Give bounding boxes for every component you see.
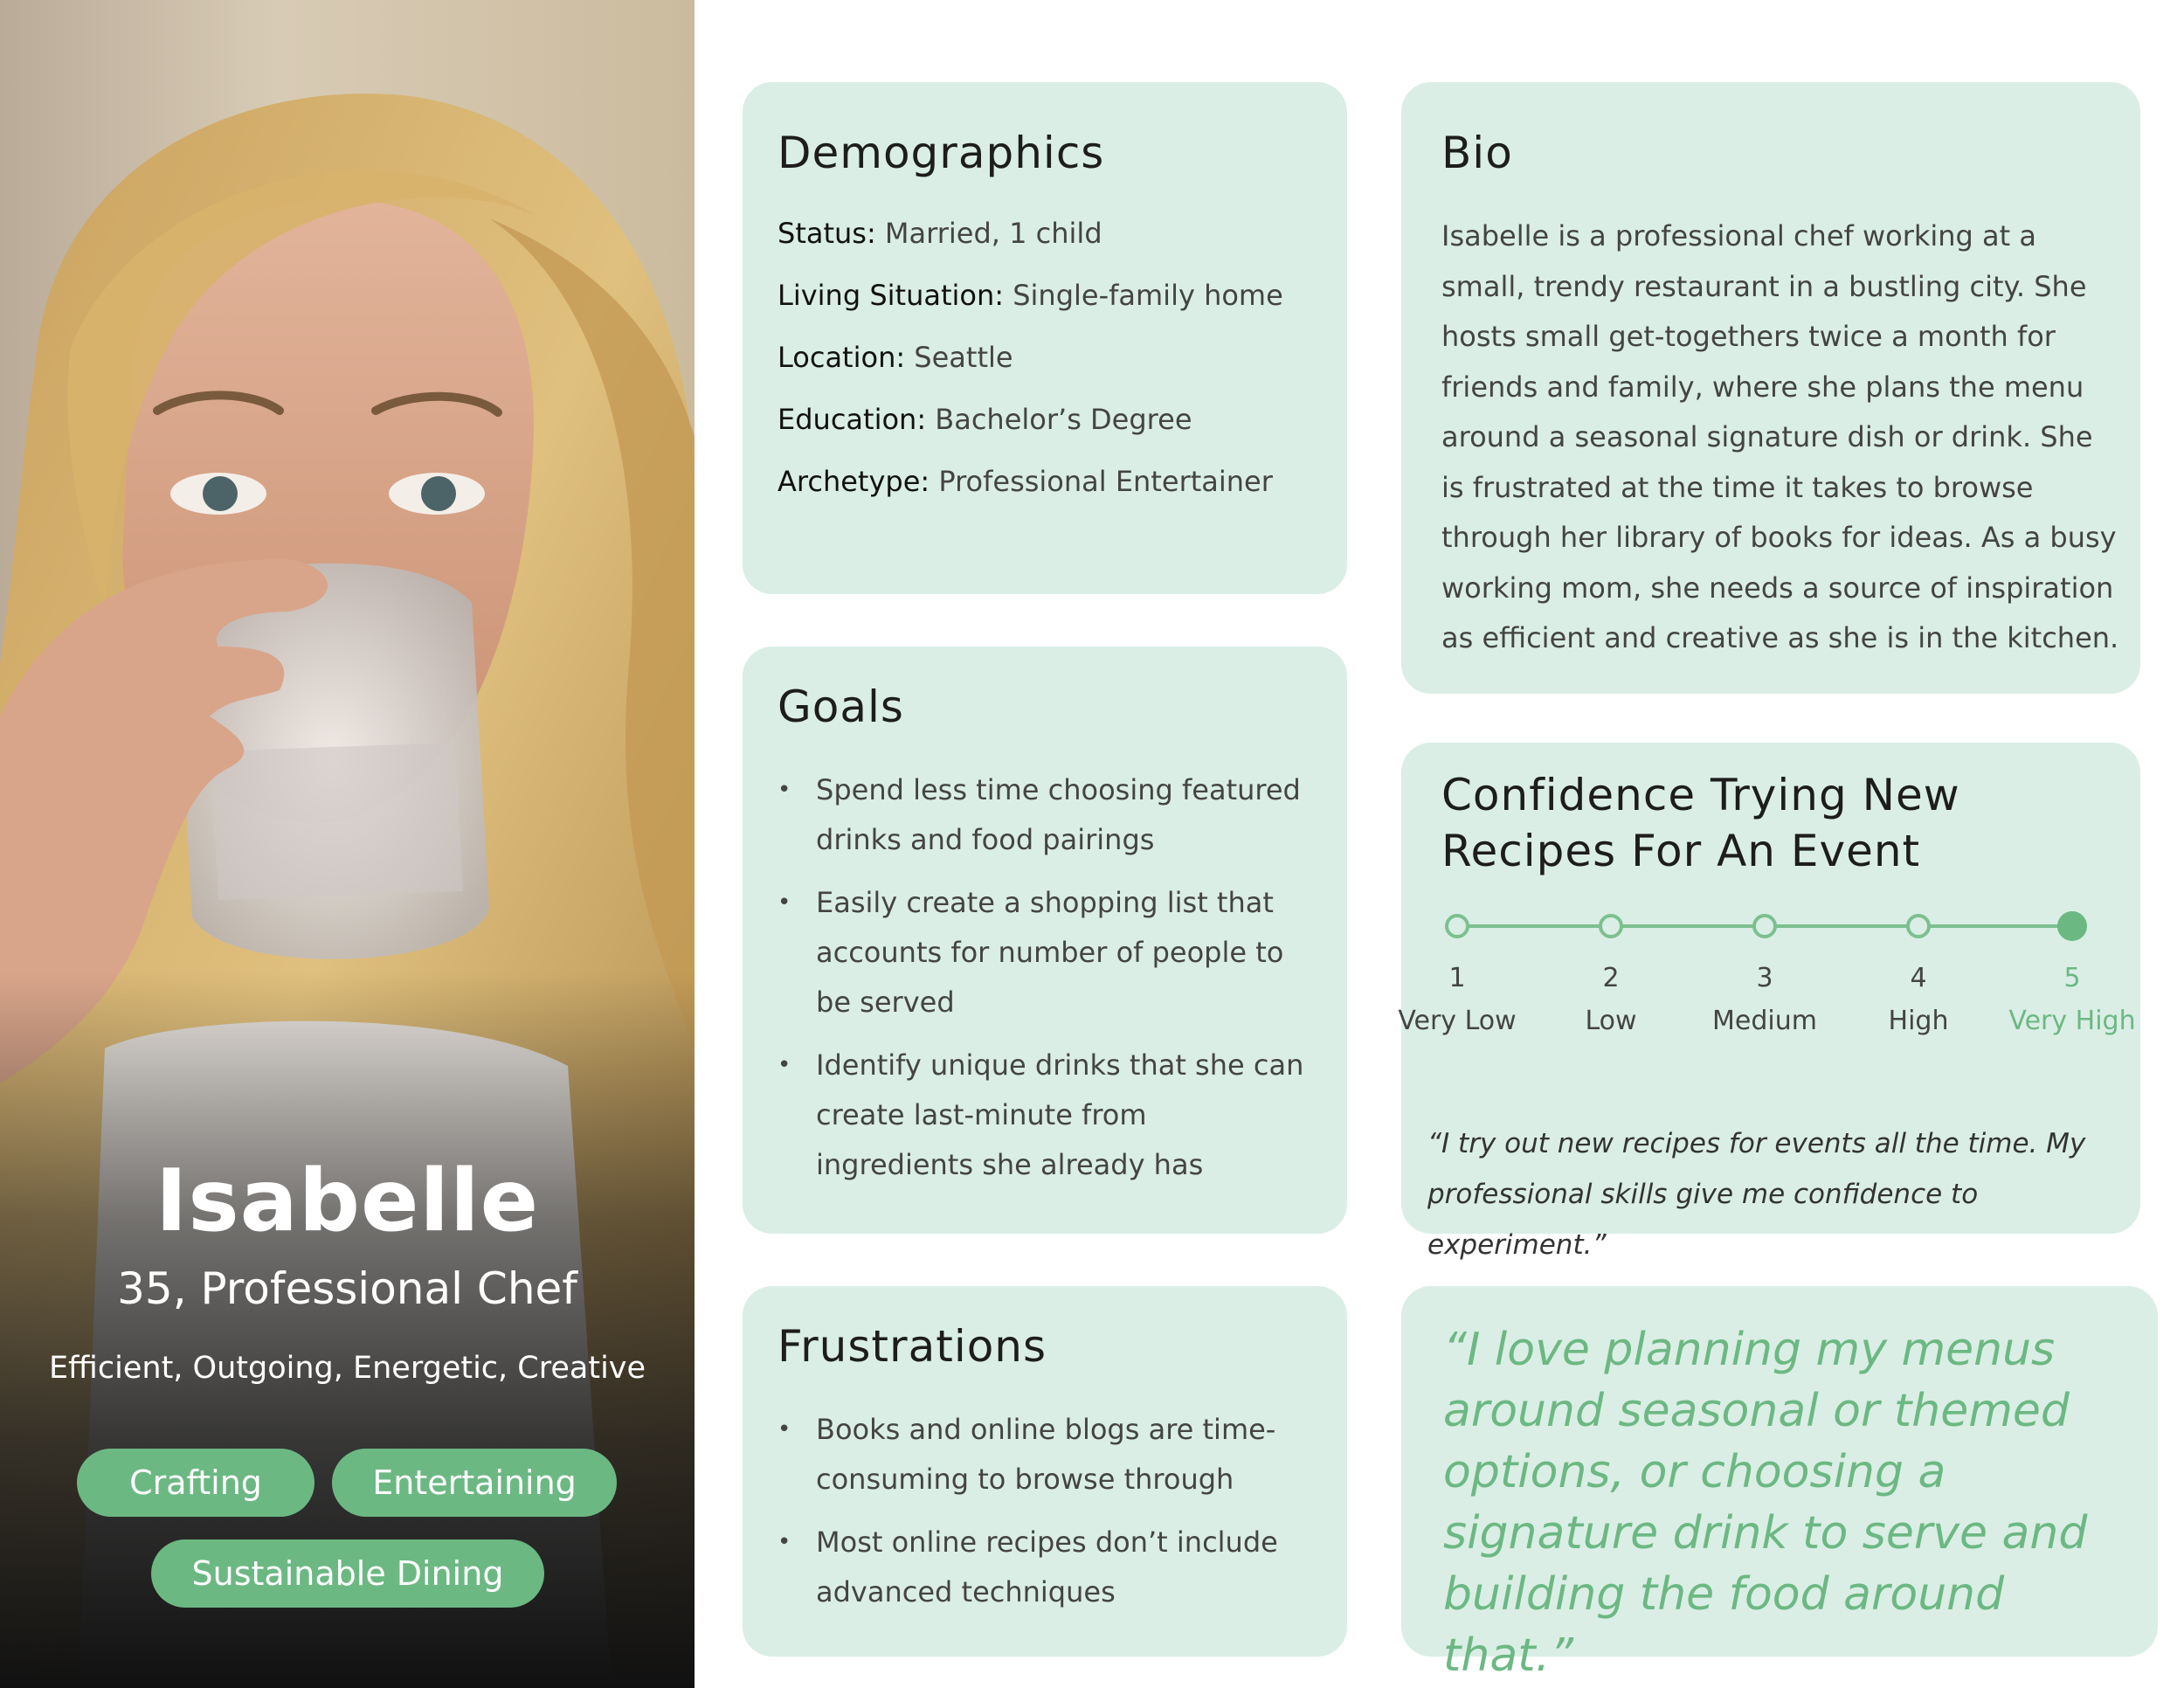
confidence-quote: “I try out new recipes for events all th… (1427, 1128, 2086, 1261)
persona-quote: “I love planning my menus around seasona… (1443, 1324, 2088, 1682)
goals-title: Goals (778, 681, 904, 732)
persona-photo-panel: Isabelle 35, Professional Chef Efficient… (0, 0, 695, 1688)
confidence-dot-4 (1906, 914, 1931, 938)
tag-entertaining: Entertaining (332, 1449, 617, 1517)
demographics-card: Demographics Status: Married, 1 child Li… (743, 82, 1347, 594)
demographics-title: Demographics (778, 128, 1105, 178)
confidence-num-1: 1 (1448, 963, 1466, 993)
frustration-item: Books and online blogs are time-consumin… (778, 1405, 1310, 1505)
confidence-label-4: High (1888, 1006, 1949, 1036)
goals-list: Spend less time choosing featured drinks… (778, 765, 1310, 1203)
goal-item: Spend less time choosing featured drinks… (778, 765, 1310, 865)
confidence-label-3: Medium (1712, 1006, 1817, 1036)
confidence-card: Confidence Trying New Recipes For An Eve… (1398, 743, 2140, 1261)
demographics-status: Status: Married, 1 child (778, 217, 1102, 250)
confidence-num-4: 4 (1910, 963, 1927, 993)
bio-card: Bio Isabelle is a professional chef work… (1401, 82, 2140, 694)
confidence-num-3: 3 (1756, 963, 1773, 993)
goal-item: Easily create a shopping list that accou… (778, 878, 1310, 1027)
confidence-title: Confidence Trying New Recipes For An Eve… (1441, 770, 1960, 876)
goal-item: Identify unique drinks that she can crea… (778, 1041, 1310, 1190)
confidence-label-2: Low (1585, 1006, 1637, 1036)
frustrations-card: Frustrations Books and online blogs are … (743, 1286, 1347, 1657)
confidence-num-2: 2 (1602, 963, 1620, 993)
persona-traits: Efficient, Outgoing, Energetic, Creative (48, 1351, 646, 1386)
demographics-archetype: Archetype: Professional Entertainer (778, 465, 1273, 498)
demographics-education: Education: Bachelor’s Degree (778, 403, 1192, 436)
confidence-dot-5 (2057, 911, 2087, 941)
confidence-dot-3 (1752, 914, 1777, 938)
persona-role: 35, Professional Chef (117, 1263, 577, 1314)
tag-sustainable-dining: Sustainable Dining (151, 1539, 544, 1608)
frustrations-list: Books and online blogs are time-consumin… (778, 1405, 1310, 1630)
tag-crafting: Crafting (77, 1449, 314, 1517)
frustration-item: Most online recipes don’t include advanc… (778, 1518, 1310, 1617)
confidence-label-5: Very High (2008, 1006, 2136, 1036)
bio-title: Bio (1441, 128, 1513, 178)
confidence-label-1: Very Low (1398, 1006, 1517, 1036)
demographics-location: Location: Seattle (778, 341, 1013, 374)
confidence-dot-1 (1445, 914, 1469, 938)
bio-text: Isabelle is a professional chef working … (1441, 219, 2119, 654)
frustrations-title: Frustrations (778, 1321, 1047, 1372)
persona-name: Isabelle (155, 1152, 540, 1251)
confidence-num-5: 5 (2063, 963, 2081, 993)
goals-card: Goals Spend less time choosing featured … (743, 647, 1347, 1234)
confidence-dot-2 (1599, 914, 1623, 938)
quote-card: “I love planning my menus around seasona… (1401, 1286, 2158, 1682)
demographics-living-situation: Living Situation: Single-family home (778, 279, 1283, 312)
